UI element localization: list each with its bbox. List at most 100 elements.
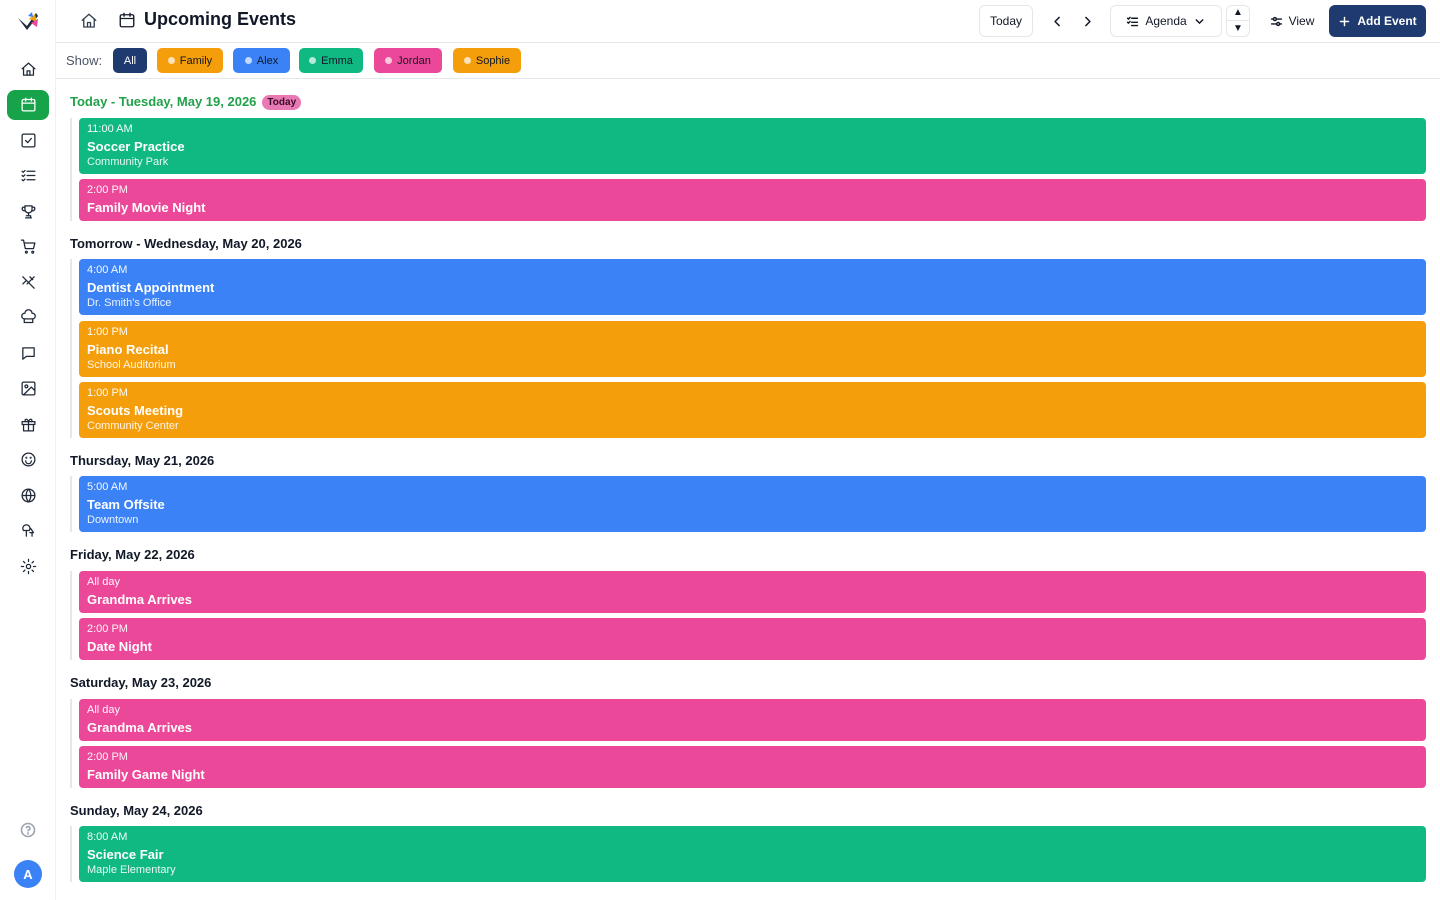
arrow-up-icon[interactable]: ▲ — [1227, 6, 1249, 21]
sidebar-item-calendar[interactable] — [7, 89, 49, 120]
event-location: Maple Elementary — [87, 864, 176, 876]
day-header: Thursday, May 21, 2026 — [70, 453, 214, 468]
event-card[interactable]: 2:00 PM Family Movie Night — [79, 179, 1426, 221]
view-options-button[interactable]: View — [1260, 5, 1324, 37]
chevron-right-icon — [1084, 16, 1091, 26]
trees-icon — [21, 524, 34, 537]
add-event-button[interactable]: Add Event — [1329, 5, 1426, 37]
filter-chip-family[interactable]: Family — [157, 48, 223, 73]
filter-chip-sophie[interactable]: Sophie — [453, 48, 521, 73]
event-title: Family Game Night — [87, 767, 205, 782]
sidebar-nav — [0, 54, 56, 587]
page-title: Upcoming Events — [144, 9, 297, 29]
sidebar-item-home[interactable] — [7, 54, 49, 84]
sidebar-item-list-check[interactable] — [7, 161, 49, 191]
filter-chip-jordan[interactable]: Jordan — [374, 48, 442, 73]
sidebar-item-settings[interactable] — [7, 551, 49, 581]
event-time: 11:00 AM — [87, 123, 133, 135]
view-mode-select[interactable]: Agenda — [1110, 5, 1222, 37]
event-card[interactable]: All day Grandma Arrives — [79, 699, 1426, 741]
event-title: Science Fair — [87, 847, 164, 862]
day-rail — [70, 259, 72, 438]
event-card[interactable]: All day Grandma Arrives — [79, 571, 1426, 613]
event-title: Date Night — [87, 639, 152, 654]
view-mode-label: Agenda — [1145, 14, 1187, 28]
event-location: School Auditorium — [87, 359, 176, 371]
day-header: Saturday, May 23, 2026 — [70, 675, 211, 690]
filter-bar: Show: All Family Alex Emma Jordan Sophie — [56, 43, 1440, 79]
event-card[interactable]: 4:00 AM Dentist Appointment Dr. Smith's Of… — [79, 259, 1426, 315]
filter-chip-label: Family — [179, 54, 213, 67]
event-card[interactable]: 5:00 AM Team Offsite Downtown — [79, 476, 1426, 532]
day-label: Thursday, May 21, 2026 — [70, 453, 215, 468]
day-rail — [70, 699, 72, 788]
app-logo-icon[interactable] — [16, 10, 40, 34]
calendar-icon — [118, 11, 136, 29]
event-card[interactable]: 8:00 AM Science Fair Maple Elementary — [79, 826, 1426, 882]
order-stepper[interactable]: ▲ ▼ — [1226, 5, 1250, 37]
sidebar-item-utensils[interactable] — [7, 267, 49, 297]
add-event-label: Add Event — [1357, 14, 1417, 28]
event-card[interactable]: 11:00 AM Soccer Practice Community Park — [79, 118, 1426, 174]
gift-icon — [20, 418, 36, 432]
list-check-icon — [20, 169, 36, 182]
day-rail — [70, 826, 72, 882]
filter-chip-emma[interactable]: Emma — [299, 48, 363, 73]
calendar-icon — [20, 97, 36, 112]
utensils-icon — [21, 275, 35, 289]
help-icon[interactable] — [20, 822, 36, 838]
event-title: Family Movie Night — [87, 200, 206, 215]
event-time: 1:00 PM — [87, 326, 128, 338]
list-check-icon — [1127, 16, 1139, 26]
filter-chip-label: Sophie — [475, 54, 511, 67]
day-label: Today - Tuesday, May 19, 2026 — [70, 94, 257, 109]
today-button-label: Today — [989, 14, 1023, 28]
event-location: Dr. Smith's Office — [87, 297, 172, 309]
filter-chip-alex[interactable]: Alex — [233, 48, 290, 73]
sidebar-item-image[interactable] — [7, 374, 49, 404]
day-rail — [70, 571, 72, 660]
event-card[interactable]: 2:00 PM Date Night — [79, 618, 1426, 660]
event-time: 5:00 AM — [87, 481, 128, 493]
day-header: Tomorrow - Wednesday, May 20, 2026 — [70, 236, 302, 251]
sidebar-item-chat[interactable] — [7, 338, 49, 368]
sidebar-item-trophy[interactable] — [7, 196, 49, 226]
filter-chip-label: Emma — [321, 54, 353, 67]
chip-dot — [167, 57, 175, 64]
event-card[interactable]: 2:00 PM Family Game Night — [79, 746, 1426, 788]
arrow-down-icon[interactable]: ▼ — [1227, 21, 1249, 36]
sidebar-item-gift[interactable] — [7, 409, 49, 439]
chevron-down-icon — [1195, 18, 1204, 24]
sidebar-item-cart[interactable] — [7, 232, 49, 262]
top-header: Upcoming Events Today Agenda ▲ ▼ View Ad… — [56, 0, 1440, 43]
smile-icon — [20, 452, 36, 467]
home-icon — [20, 61, 36, 76]
today-badge: Today — [262, 95, 302, 110]
event-time: 2:00 PM — [87, 751, 128, 763]
day-header: Friday, May 22, 2026 — [70, 547, 195, 562]
previous-button[interactable] — [1046, 5, 1068, 37]
day-label: Sunday, May 24, 2026 — [70, 803, 203, 818]
home-icon[interactable] — [80, 12, 98, 30]
user-avatar[interactable]: A — [14, 860, 42, 888]
sidebar-item-checkbox[interactable] — [7, 125, 49, 155]
next-button[interactable] — [1076, 5, 1098, 37]
sidebar-item-globe[interactable] — [7, 480, 49, 510]
event-card[interactable]: 1:00 PM Scouts Meeting Community Center — [79, 382, 1426, 438]
event-card[interactable]: 1:00 PM Piano Recital School Auditorium — [79, 321, 1426, 377]
show-label: Show: — [66, 53, 103, 68]
filter-chip-all[interactable]: All — [113, 48, 147, 73]
chat-icon — [21, 346, 35, 360]
view-options-label: View — [1288, 14, 1315, 28]
sidebar-item-chef-hat[interactable] — [7, 303, 49, 333]
sidebar-item-trees[interactable] — [7, 516, 49, 546]
sliders-icon — [1270, 16, 1282, 26]
event-title: Soccer Practice — [87, 139, 185, 154]
today-button[interactable]: Today — [979, 5, 1033, 37]
event-title: Grandma Arrives — [87, 592, 193, 607]
sidebar-item-smile[interactable] — [7, 445, 49, 475]
plus-icon — [1340, 16, 1350, 26]
chevron-left-icon — [1053, 16, 1060, 26]
chip-dot — [309, 57, 317, 64]
event-time: 8:00 AM — [87, 831, 128, 843]
